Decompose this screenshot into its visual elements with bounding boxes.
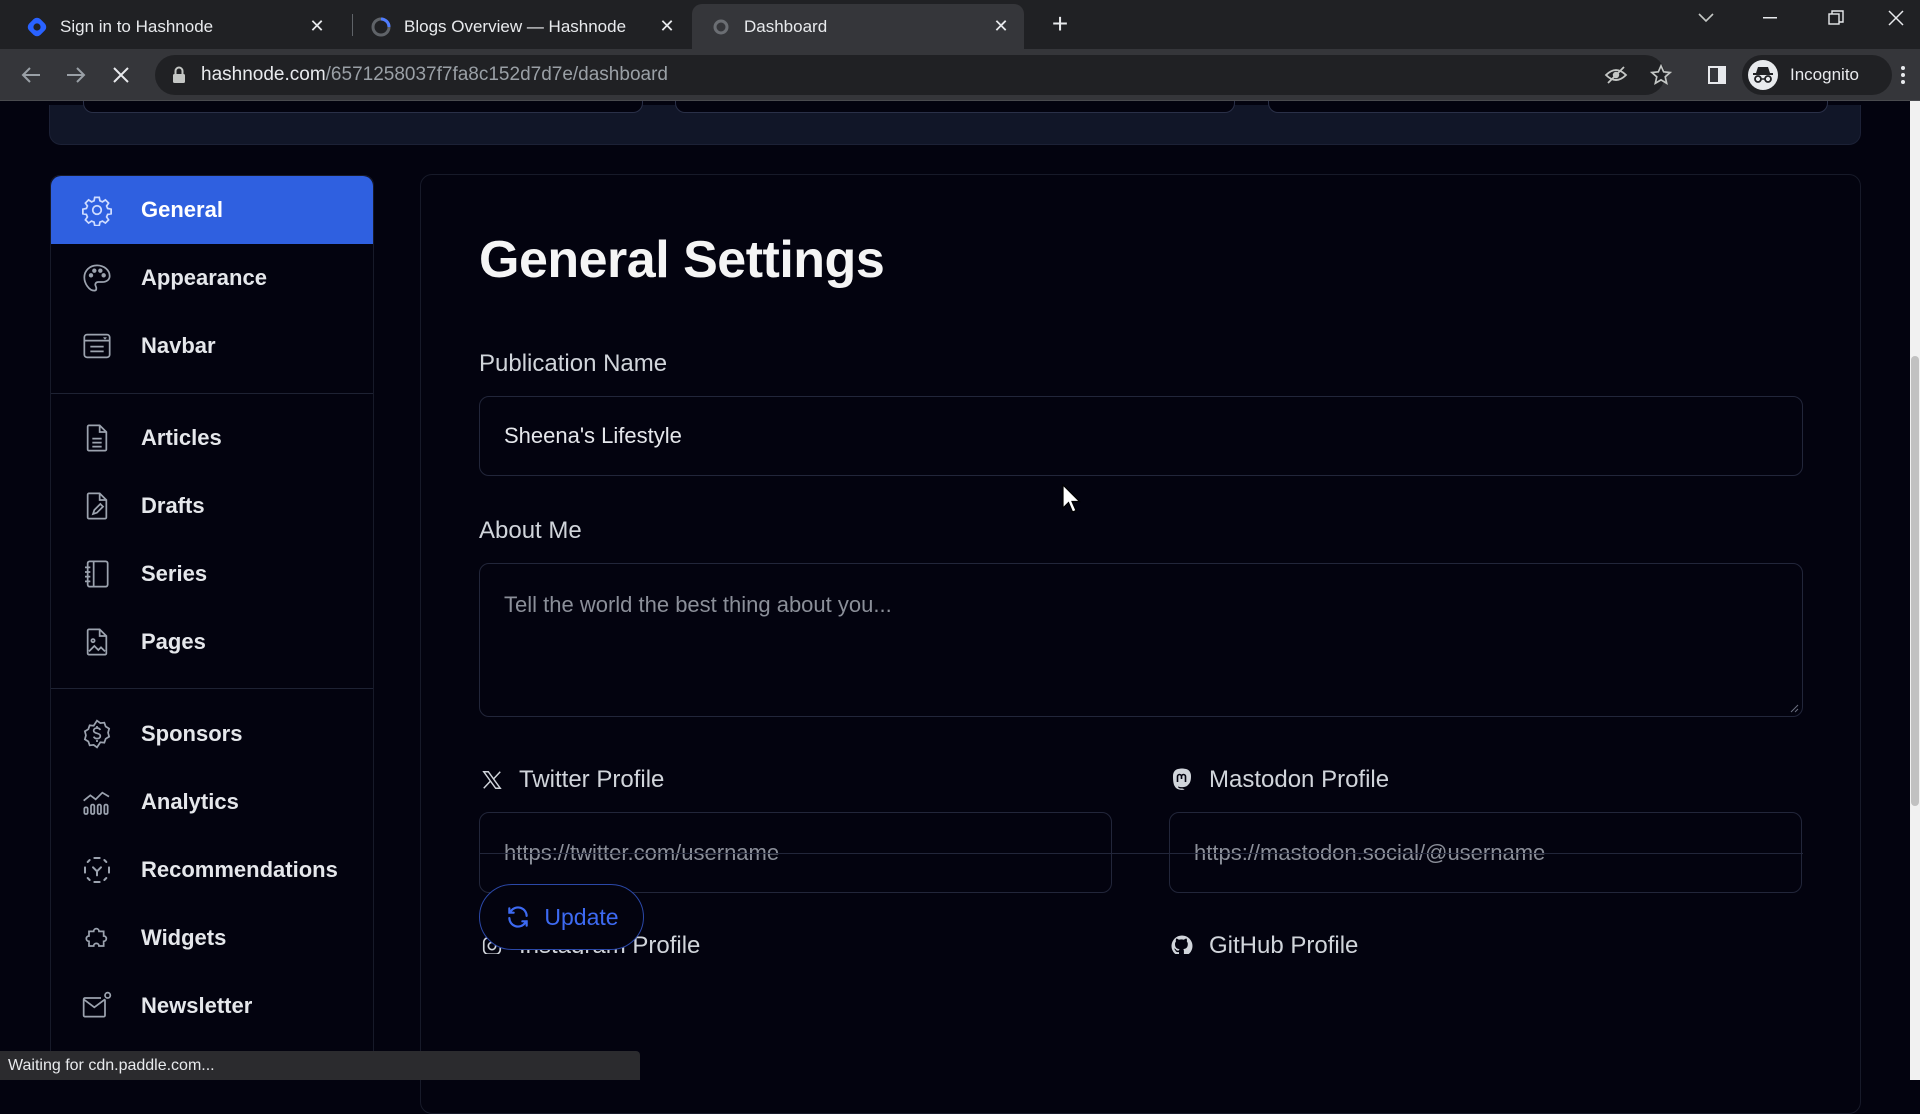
profile-label: Incognito xyxy=(1790,65,1859,84)
sidebar-item-sponsors[interactable]: Sponsors xyxy=(51,700,373,768)
sidebar-item-series[interactable]: Series xyxy=(51,540,373,608)
incognito-icon xyxy=(1748,60,1778,90)
stats-card xyxy=(1268,101,1828,113)
sidebar-item-articles[interactable]: Articles xyxy=(51,404,373,472)
new-tab-button[interactable]: + xyxy=(1044,8,1076,40)
forward-arrow-icon[interactable] xyxy=(59,58,93,92)
sidebar-item-label: Sponsors xyxy=(141,721,243,746)
sidebar-item-appearance[interactable]: Appearance xyxy=(51,244,373,312)
tab-sign-in[interactable]: Sign in to Hashnode ✕ xyxy=(8,4,340,49)
sidebar-item-label: Appearance xyxy=(141,265,267,290)
puzzle-icon xyxy=(79,920,115,956)
url-host: hashnode.com xyxy=(201,64,326,85)
settings-sidebar: General Appearance Navbar Articles Draft… xyxy=(50,175,374,1080)
sidebar-item-label: Navbar xyxy=(141,333,216,358)
sidebar-item-label: Widgets xyxy=(141,925,227,950)
browser-toolbar: hashnode.com/6571258037f7fa8c152d7d7e/da… xyxy=(0,49,1920,101)
sidebar-item-label: Series xyxy=(141,561,208,586)
lock-icon[interactable] xyxy=(165,61,193,89)
notebook-icon xyxy=(79,556,115,592)
hashnode-logo-icon xyxy=(26,16,48,38)
sidebar-item-navbar[interactable]: Navbar xyxy=(51,312,373,380)
recommendation-icon xyxy=(79,852,115,888)
draft-pencil-icon xyxy=(79,488,115,524)
sidebar-item-label: General xyxy=(141,197,223,222)
incognito-profile-button[interactable]: Incognito xyxy=(1742,55,1892,95)
stop-loading-icon[interactable] xyxy=(104,58,138,92)
loading-spinner-icon xyxy=(710,16,732,38)
browser-tab-bar: Sign in to Hashnode ✕ Blogs Overview — H… xyxy=(0,0,1920,49)
close-window-icon[interactable] xyxy=(1872,0,1920,36)
sidebar-item-recommendations[interactable]: Recommendations xyxy=(51,836,373,904)
update-button-label: Update xyxy=(544,903,619,930)
dollar-badge-icon xyxy=(79,716,115,752)
sidebar-divider xyxy=(51,688,373,689)
form-overflow-mask xyxy=(479,954,1803,984)
close-tab-icon[interactable]: ✕ xyxy=(988,14,1014,40)
browser-menu-icon[interactable] xyxy=(1886,58,1920,92)
mastodon-profile-label-text: Mastodon Profile xyxy=(1209,766,1390,793)
eye-off-icon[interactable] xyxy=(1602,61,1630,89)
about-me-placeholder: Tell the world the best thing about you.… xyxy=(504,592,892,617)
mastodon-icon xyxy=(1169,767,1195,793)
tab-title: Blogs Overview — Hashnode xyxy=(404,16,627,36)
mouse-cursor-icon xyxy=(1062,484,1081,513)
navbar-icon xyxy=(79,328,115,364)
sidebar-divider xyxy=(51,393,373,394)
analytics-chart-icon xyxy=(79,784,115,820)
resize-handle-icon[interactable] xyxy=(1789,703,1799,713)
sidebar-item-pages[interactable]: Pages xyxy=(51,608,373,676)
sidebar-item-widgets[interactable]: Widgets xyxy=(51,904,373,972)
bookmark-star-icon[interactable] xyxy=(1647,61,1675,89)
tab-blogs-overview[interactable]: Blogs Overview — Hashnode ✕ xyxy=(352,4,690,49)
tab-title: Sign in to Hashnode xyxy=(60,16,214,36)
close-tab-icon[interactable]: ✕ xyxy=(304,14,330,40)
publication-name-label: Publication Name xyxy=(479,350,668,377)
page-title: General Settings xyxy=(479,231,885,289)
sidebar-item-label: Articles xyxy=(141,425,222,450)
address-bar[interactable]: hashnode.com/6571258037f7fa8c152d7d7e/da… xyxy=(155,55,1672,95)
minimize-icon[interactable] xyxy=(1742,0,1798,36)
sidebar-item-label: Recommendations xyxy=(141,857,338,882)
about-me-textarea[interactable]: Tell the world the best thing about you.… xyxy=(479,563,1803,717)
close-tab-icon[interactable]: ✕ xyxy=(654,14,680,40)
refresh-icon xyxy=(504,903,532,931)
sidebar-item-newsletter[interactable]: Newsletter xyxy=(51,972,373,1040)
page-image-icon xyxy=(79,624,115,660)
stats-card xyxy=(83,101,643,113)
restore-icon[interactable] xyxy=(1808,0,1864,36)
sidebar-item-drafts[interactable]: Drafts xyxy=(51,472,373,540)
mail-icon xyxy=(79,988,115,1024)
twitter-profile-label-text: Twitter Profile xyxy=(519,766,665,793)
browser-status-bar: Waiting for cdn.paddle.com... xyxy=(0,1051,640,1080)
page-scrollbar[interactable] xyxy=(1910,101,1920,1080)
palette-icon xyxy=(79,260,115,296)
scrollbar-thumb[interactable] xyxy=(1911,356,1919,806)
url-path: /6571258037f7fa8c152d7d7e/dashboard xyxy=(325,64,668,85)
tab-title: Dashboard xyxy=(744,16,828,36)
sidebar-item-label: Drafts xyxy=(141,493,205,518)
update-button[interactable]: Update xyxy=(479,884,644,950)
sidebar-item-label: Analytics xyxy=(141,789,239,814)
back-arrow-icon[interactable] xyxy=(14,58,48,92)
stats-card-strip xyxy=(49,101,1861,145)
stats-card xyxy=(675,101,1235,113)
sidebar-item-label: Newsletter xyxy=(141,993,253,1018)
tab-search-chevron-icon[interactable] xyxy=(1678,0,1734,36)
about-me-label: About Me xyxy=(479,517,582,544)
x-twitter-icon xyxy=(479,767,505,793)
loading-spinner-icon xyxy=(370,16,392,38)
document-icon xyxy=(79,420,115,456)
url-text: hashnode.com/6571258037f7fa8c152d7d7e/da… xyxy=(201,55,668,95)
form-scroll-boundary xyxy=(479,853,1803,854)
twitter-profile-label: Twitter Profile xyxy=(479,766,664,794)
sidebar-item-label: Pages xyxy=(141,629,206,654)
sidebar-item-analytics[interactable]: Analytics xyxy=(51,768,373,836)
sidebar-item-general[interactable]: General xyxy=(51,176,373,244)
side-panel-icon[interactable] xyxy=(1700,58,1734,92)
gear-icon xyxy=(79,192,115,228)
tab-dashboard[interactable]: Dashboard ✕ xyxy=(692,4,1024,49)
mastodon-profile-label: Mastodon Profile xyxy=(1169,766,1389,794)
publication-name-input[interactable]: Sheena's Lifestyle xyxy=(479,396,1803,476)
